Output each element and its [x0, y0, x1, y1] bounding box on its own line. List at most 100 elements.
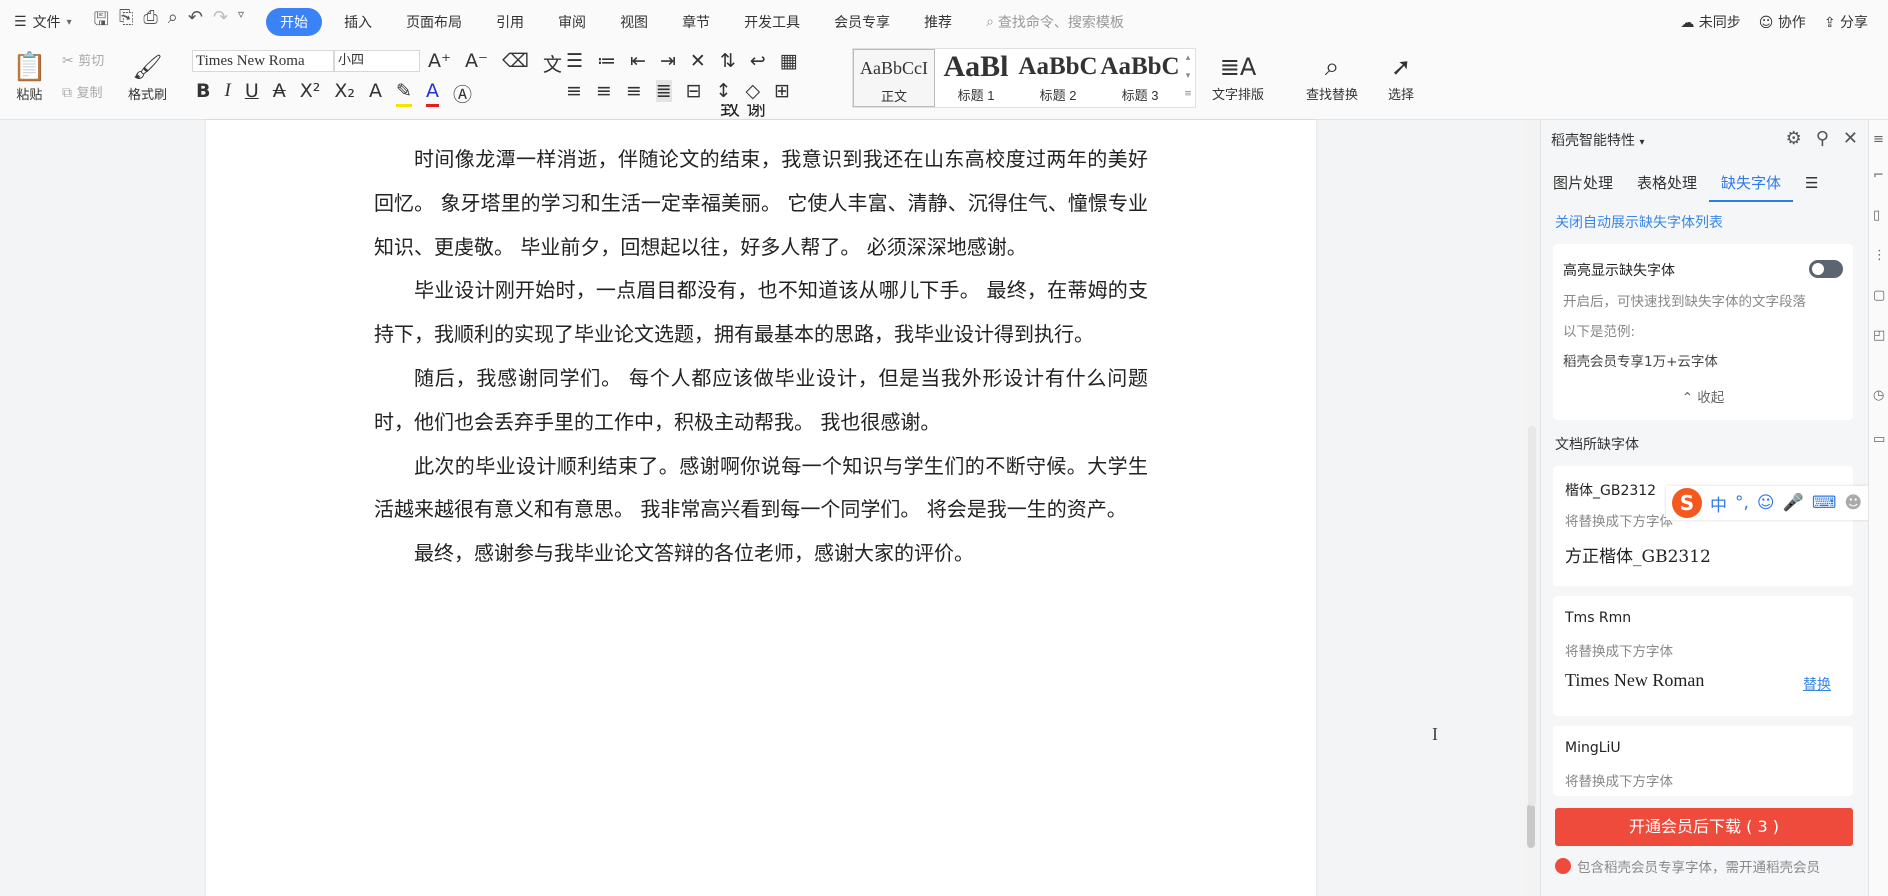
tab-home[interactable]: 开始	[266, 8, 323, 36]
rail-icon-7[interactable]: ◷	[1873, 388, 1884, 403]
superscript-icon[interactable]: X²	[300, 80, 321, 107]
pin-icon[interactable]: ⚲	[1816, 128, 1829, 149]
tab-member[interactable]: 会员专享	[834, 12, 890, 32]
rail-icon-2[interactable]: ⌐	[1873, 168, 1884, 183]
format-painter-button[interactable]: 🖌 格式刷	[128, 50, 167, 103]
rail-icon-5[interactable]: ▢	[1873, 288, 1885, 303]
user-icon[interactable]: ☻	[1844, 493, 1862, 513]
command-search[interactable]: ⌕ 查找命令、搜索模板	[986, 12, 1124, 32]
settings-icon[interactable]: ⚙	[1786, 128, 1802, 149]
text-effect-icon[interactable]: A	[369, 80, 382, 107]
rail-icon-3[interactable]: ▯	[1873, 208, 1880, 223]
emoji-icon[interactable]: ☺	[1757, 493, 1775, 513]
member-download-button[interactable]: 开通会员后下载 ( 3 )	[1555, 808, 1853, 846]
text-layout-button[interactable]: ≣A 文字排版	[1212, 50, 1264, 103]
find-replace-button[interactable]: ⌕ 查找替换	[1306, 50, 1358, 103]
share-button[interactable]: ⇪ 分享	[1824, 12, 1868, 32]
tab-chapter[interactable]: 章节	[682, 12, 710, 32]
shading-icon[interactable]: ◇	[746, 80, 761, 102]
tab-view[interactable]: 视图	[620, 12, 648, 32]
panel-scrollbar[interactable]	[1528, 426, 1536, 806]
phonetic-icon[interactable]: 文	[543, 50, 562, 77]
tab-missing-fonts[interactable]: 缺失字体	[1709, 166, 1794, 202]
underline-icon[interactable]: U	[245, 80, 259, 107]
subscript-icon[interactable]: X₂	[334, 80, 355, 107]
collapse-button[interactable]: ⌃ 收起	[1553, 386, 1853, 406]
style-heading-2[interactable]: AaBbC 标题 2	[1017, 49, 1099, 107]
replace-button[interactable]: 替换	[1803, 674, 1831, 694]
microphone-icon[interactable]: 🎤	[1783, 493, 1804, 513]
clear-format-icon[interactable]: ⌫	[502, 50, 529, 77]
sogou-logo-icon[interactable]: S	[1672, 488, 1702, 518]
collab-button[interactable]: ☺ 协作	[1759, 12, 1806, 32]
show-marks-icon[interactable]: ↩	[750, 50, 766, 72]
select-button[interactable]: ➚ 选择	[1388, 50, 1414, 103]
font-color-icon[interactable]: A	[425, 80, 439, 107]
rail-icon-4[interactable]: ⋮	[1873, 248, 1886, 263]
badge-icon	[1555, 858, 1571, 874]
table-icon[interactable]: ▦	[780, 50, 798, 72]
indent-icon[interactable]: ⇥	[660, 50, 676, 72]
ime-lang-toggle[interactable]: 中	[1710, 491, 1727, 516]
strikethrough-icon[interactable]: A	[273, 80, 286, 107]
redo-icon[interactable]: ↷	[213, 7, 228, 37]
save-icon[interactable]: 🖫	[94, 7, 109, 37]
outdent-icon[interactable]: ⇤	[630, 50, 646, 72]
print-icon[interactable]: ⎙	[143, 7, 157, 37]
tab-image-processing[interactable]: 图片处理	[1541, 166, 1625, 202]
customize-icon[interactable]: ▿	[238, 7, 244, 37]
copy-button[interactable]: ⧉ 复制	[62, 82, 102, 101]
sync-button[interactable]: ☁ 未同步	[1680, 12, 1740, 32]
document-scroll-thumb[interactable]	[1527, 804, 1535, 848]
font-name-select[interactable]: Times New Roma	[192, 50, 334, 72]
cut-button[interactable]: ✂ 剪切	[62, 50, 104, 69]
highlight-toggle[interactable]	[1809, 260, 1843, 278]
file-menu[interactable]: ☰ 文件 ▾	[14, 12, 72, 32]
style-normal[interactable]: AaBbCcI 正文	[853, 49, 935, 107]
highlight-icon[interactable]: ✎	[396, 80, 412, 107]
close-auto-show-link[interactable]: 关闭自动展示缺失字体列表	[1555, 212, 1723, 232]
grow-font-icon[interactable]: A⁺	[428, 50, 451, 77]
tab-insert[interactable]: 插入	[344, 12, 372, 32]
sort-icon[interactable]: ⇅	[720, 50, 736, 72]
tab-review[interactable]: 审阅	[558, 12, 586, 32]
tab-developer[interactable]: 开发工具	[744, 12, 800, 32]
keyboard-icon[interactable]: ⌨	[1812, 493, 1837, 513]
numbered-list-icon[interactable]: ≔	[597, 50, 616, 72]
rail-icon-8[interactable]: ▭	[1873, 432, 1885, 447]
borders-icon[interactable]: ⊞	[774, 80, 790, 102]
tab-page-layout[interactable]: 页面布局	[406, 12, 462, 32]
distribute-icon[interactable]: ⊟	[686, 80, 702, 102]
replace-hint: 将替换成下方字体	[1565, 644, 1673, 660]
close-icon[interactable]: ✕	[1843, 128, 1858, 149]
document-body[interactable]: 时间像龙潭一样消逝，伴随论文的结束，我意识到我还在山东高校度过两年的美好回忆。 …	[374, 138, 1148, 576]
paste-button[interactable]: 📋 粘贴	[12, 50, 47, 103]
print-preview-icon[interactable]: ⌕	[168, 7, 178, 37]
rail-icon-1[interactable]: ≡	[1873, 132, 1884, 147]
style-gallery-scroll[interactable]: ▴ ▾ ≡	[1181, 49, 1195, 107]
more-menu-icon[interactable]: ☰	[1793, 166, 1830, 202]
italic-icon[interactable]: I	[224, 80, 230, 107]
tab-recommend[interactable]: 推荐	[924, 12, 952, 32]
missing-font-name: MingLiU	[1565, 740, 1621, 756]
char-border-icon[interactable]: Ⓐ	[453, 80, 472, 107]
shrink-font-icon[interactable]: A⁻	[465, 50, 488, 77]
chinese-layout-icon[interactable]: ✕	[690, 50, 706, 72]
align-center-icon[interactable]: ≡	[596, 80, 612, 102]
style-heading-3[interactable]: AaBbC 标题 3	[1099, 49, 1181, 107]
justify-icon[interactable]: ≣	[655, 80, 672, 102]
undo-icon[interactable]: ↶	[188, 7, 203, 37]
align-right-icon[interactable]: ≡	[626, 80, 642, 102]
align-left-icon[interactable]: ≡	[566, 80, 582, 102]
panel-title[interactable]: 稻壳智能特性 ▾	[1551, 130, 1644, 150]
line-spacing-icon[interactable]: ↕	[716, 80, 732, 102]
bold-icon[interactable]: B	[196, 80, 210, 107]
tab-table-processing[interactable]: 表格处理	[1625, 166, 1709, 202]
tab-references[interactable]: 引用	[496, 12, 524, 32]
font-size-select[interactable]: 小四	[334, 50, 420, 72]
style-heading-1[interactable]: AaBl 标题 1	[935, 49, 1017, 107]
ime-punct-toggle[interactable]: °,	[1735, 493, 1749, 513]
rail-icon-6[interactable]: ◰	[1873, 328, 1885, 343]
bullet-list-icon[interactable]: ☰	[566, 50, 583, 72]
export-icon[interactable]: ⎘	[119, 7, 133, 37]
